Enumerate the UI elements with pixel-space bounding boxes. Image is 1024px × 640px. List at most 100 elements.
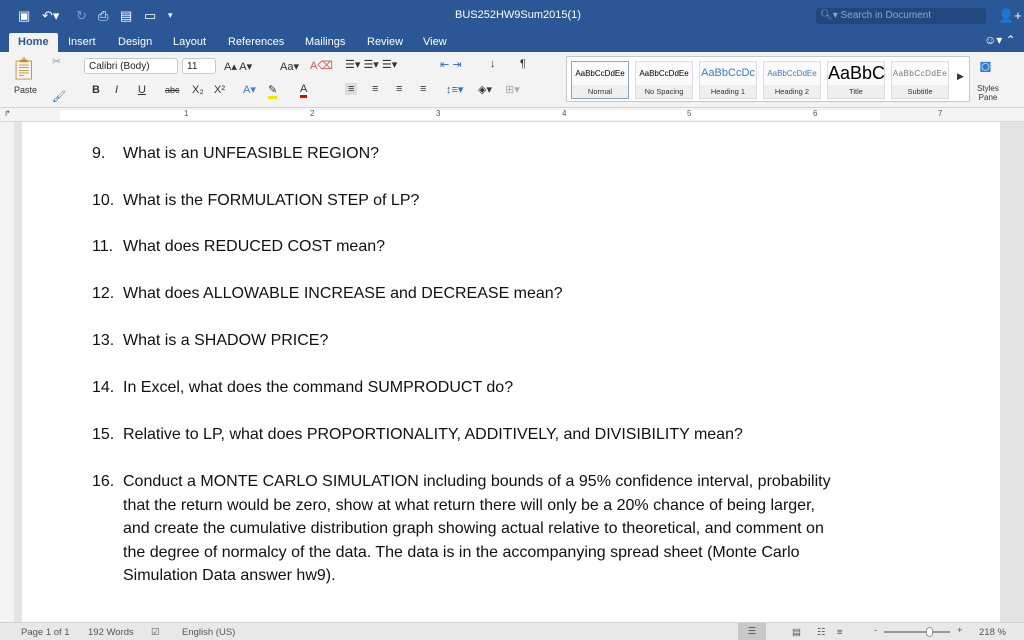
print-icon[interactable]: ⎙	[98, 8, 108, 24]
page-count[interactable]: Page 1 of 1	[21, 627, 70, 638]
style-preview: AaBbC	[828, 63, 884, 83]
window-icon[interactable]: ▭	[144, 8, 156, 24]
question-text: Conduct a MONTE CARLO SIMULATION includi…	[123, 473, 831, 584]
style-preview: AaBbCcDdEe	[639, 69, 689, 78]
font-name-select[interactable]: Calibri (Body)	[84, 58, 178, 74]
style-normal[interactable]: AaBbCcDdEe Normal	[571, 61, 629, 99]
line-spacing-icon[interactable]: ↕≡▾	[446, 83, 463, 96]
font-size-select[interactable]: 11	[182, 58, 216, 74]
style-heading-2[interactable]: AaBbCcDdEe Heading 2	[763, 61, 821, 99]
language[interactable]: English (US)	[182, 627, 235, 638]
tab-mailings[interactable]: Mailings	[305, 33, 345, 52]
style-label: Heading 1	[700, 85, 756, 98]
align-right-icon[interactable]: ≡	[396, 83, 402, 95]
change-case-button[interactable]: Aa▾	[280, 60, 299, 73]
horizontal-ruler[interactable]: ↱ 1 2 3 4 5 6 7	[0, 108, 1024, 122]
text-effects-icon[interactable]: A▾	[243, 83, 256, 96]
sort-icon[interactable]: ↓	[490, 58, 496, 70]
document-title: BUS252HW9Sum2015(1)	[455, 9, 581, 21]
style-heading-1[interactable]: AaBbCcDc Heading 1	[699, 61, 757, 99]
question-number: 9.	[92, 145, 106, 162]
paste-button[interactable]: Paste	[14, 85, 37, 95]
pilcrow-icon[interactable]: ¶	[520, 58, 526, 70]
word-count[interactable]: 192 Words	[88, 627, 134, 638]
customize-icon[interactable]: ▾	[168, 10, 173, 21]
question-text: What does REDUCED COST mean?	[123, 238, 386, 255]
proofing-icon[interactable]: ☑	[151, 627, 160, 638]
question-text: What does ALLOWABLE INCREASE and DECREAS…	[123, 285, 563, 302]
ruler-number: 6	[813, 109, 818, 118]
tab-stop-icon[interactable]: ↱	[4, 109, 11, 118]
ruler-number: 4	[562, 109, 567, 118]
align-left-icon[interactable]: ≡	[345, 83, 358, 95]
styles-pane-icon[interactable]: ◙	[980, 56, 991, 77]
question-item: 10. What is the FORMULATION STEP of LP?	[92, 189, 812, 213]
redo-icon[interactable]: ↻	[76, 8, 87, 24]
question-number: 11.	[92, 238, 114, 255]
outline-icon[interactable]: ☷	[817, 627, 826, 638]
tab-review[interactable]: Review	[367, 33, 403, 52]
sidebar-toggle-icon[interactable]: ▣	[18, 8, 30, 24]
zoom-level[interactable]: 218 %	[979, 627, 1006, 638]
draft-icon[interactable]: ≡	[837, 627, 843, 638]
format-painter-icon[interactable]: 🖌︎	[52, 90, 66, 103]
style-label: Title	[828, 85, 884, 98]
style-label: Normal	[572, 85, 628, 98]
question-item: 13. What is a SHADOW PRICE?	[92, 329, 812, 353]
tab-design[interactable]: Design	[118, 33, 152, 52]
web-layout-icon[interactable]: ▤	[792, 627, 801, 638]
question-number: 13.	[92, 332, 115, 349]
tab-view[interactable]: View	[423, 33, 447, 52]
search-input[interactable]: 🔍︎▾ Search in Document	[816, 8, 986, 24]
clear-formatting-icon[interactable]: A⌫	[310, 59, 333, 72]
question-item: 15. Relative to LP, what does PROPORTIONA…	[92, 423, 852, 447]
style-preview: AaBbCcDc	[701, 67, 755, 79]
question-text: What is a SHADOW PRICE?	[123, 332, 329, 349]
zoom-in-button[interactable]: +	[957, 625, 963, 636]
highlight-icon[interactable]: ✎	[268, 83, 278, 99]
justify-icon[interactable]: ≡	[420, 83, 426, 95]
zoom-slider-thumb[interactable]	[926, 627, 934, 637]
indent-icon[interactable]: ⇤ ⇥	[440, 58, 462, 71]
style-label: Heading 2	[764, 85, 820, 98]
style-title[interactable]: AaBbC Title	[827, 61, 885, 99]
bold-button[interactable]: B	[92, 84, 100, 96]
subscript-button[interactable]: X₂	[192, 84, 204, 96]
shading-icon[interactable]: ◈▾	[478, 83, 492, 96]
search-placeholder: Search in Document	[840, 10, 932, 21]
align-center-icon[interactable]: ≡	[372, 83, 378, 95]
tab-references[interactable]: References	[228, 33, 284, 52]
share-icon[interactable]: 👤+	[998, 8, 1022, 24]
question-item: 9. What is an UNFEASIBLE REGION?	[92, 142, 812, 166]
style-preview: AaBbCcDdEe	[892, 69, 948, 78]
question-item: 11. What does REDUCED COST mean?	[92, 235, 812, 259]
style-no-spacing[interactable]: AaBbCcDdEe No Spacing	[635, 61, 693, 99]
strikethrough-button[interactable]: abc	[165, 85, 180, 95]
undo-icon[interactable]: ↶▾	[42, 8, 59, 24]
question-text: Relative to LP, what does PROPORTIONALIT…	[123, 426, 743, 443]
underline-button[interactable]: U	[138, 84, 146, 96]
question-number: 10.	[92, 192, 115, 209]
question-item: 16. Conduct a MONTE CARLO SIMULATION incl…	[92, 470, 832, 588]
gallery-more-icon[interactable]: ▶	[957, 71, 964, 82]
paste-icon[interactable]: 📋︎	[10, 56, 38, 82]
font-color-icon[interactable]: A	[300, 83, 308, 98]
style-subtitle[interactable]: AaBbCcDdEe Subtitle	[891, 61, 949, 99]
bullets-icon[interactable]: ☰▾ ☰▾ ☰▾	[345, 58, 397, 71]
ruler-number: 1	[184, 109, 189, 118]
tab-insert[interactable]: Insert	[68, 33, 96, 52]
zoom-slider[interactable]	[884, 627, 950, 637]
style-label: Subtitle	[892, 85, 948, 98]
borders-icon[interactable]: ⊞▾	[505, 83, 520, 96]
save-icon[interactable]: ▤	[120, 8, 132, 24]
tab-layout[interactable]: Layout	[173, 33, 206, 52]
superscript-button[interactable]: X²	[214, 84, 225, 96]
question-number: 15.	[92, 426, 115, 443]
grow-font-button[interactable]: A▴ A▾	[224, 60, 252, 73]
print-layout-icon[interactable]: ☰	[738, 623, 766, 640]
zoom-out-button[interactable]: -	[874, 625, 877, 636]
italic-button[interactable]: I	[115, 84, 118, 96]
tab-home[interactable]: Home	[9, 33, 58, 52]
cut-icon[interactable]: ✂	[52, 55, 61, 68]
styles-pane-button[interactable]: Styles Pane	[974, 84, 1002, 102]
